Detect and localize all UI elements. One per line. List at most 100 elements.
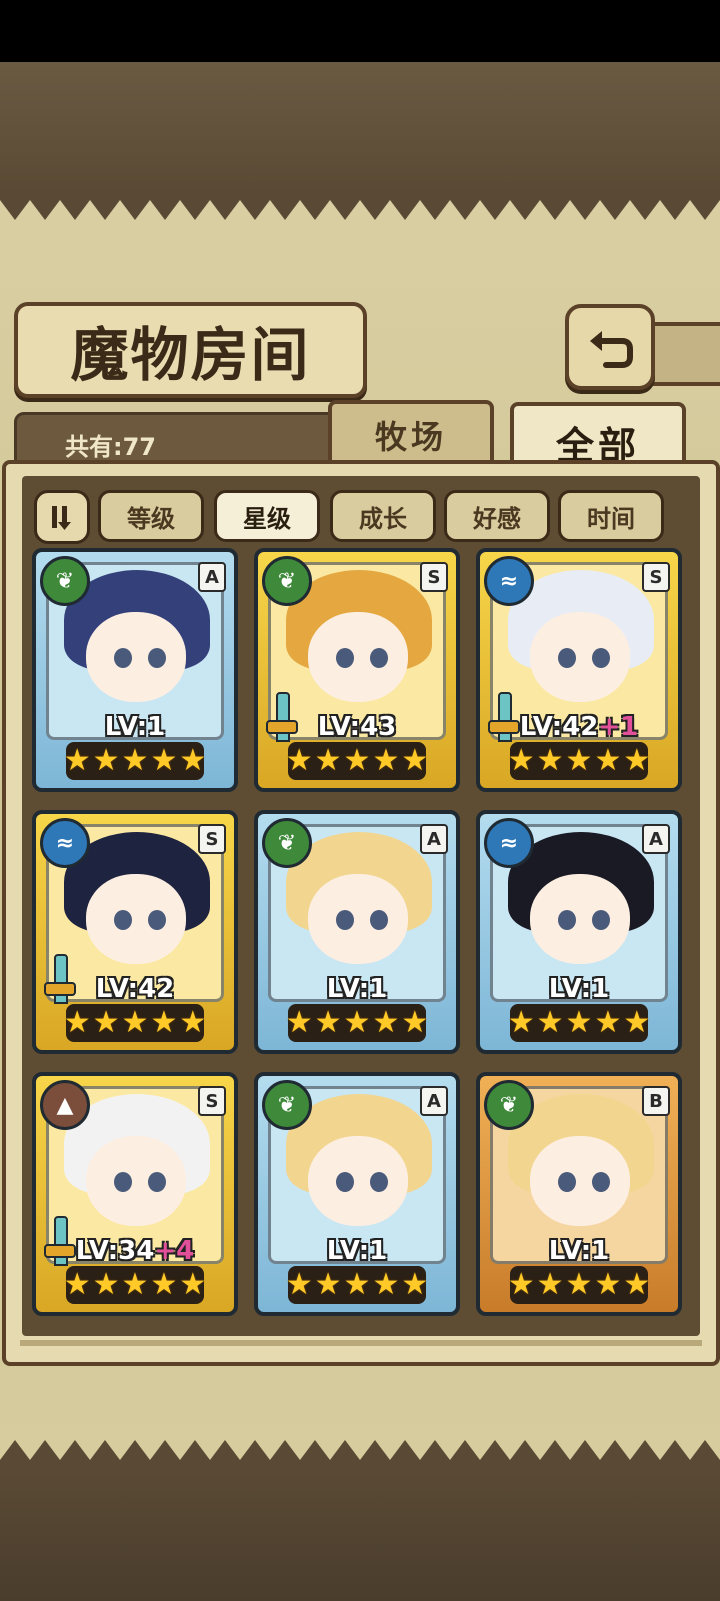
star-icon: ★: [179, 743, 207, 778]
leaf-element-icon: ❦: [262, 556, 312, 606]
star-icon: ★: [594, 1005, 622, 1040]
monster-portrait-face: [86, 1136, 186, 1226]
monster-portrait-face: [530, 874, 630, 964]
star-icon: ★: [121, 743, 149, 778]
level-bonus: +1: [598, 712, 639, 742]
monster-portrait-eye: [114, 910, 132, 930]
level-text: LV:1: [326, 974, 388, 1004]
monster-portrait-face: [530, 1136, 630, 1226]
star-icon: ★: [150, 1267, 178, 1302]
monster-card[interactable]: ≈ S LV:42+1 ★ ★ ★ ★ ★: [476, 548, 682, 792]
star-rating: ★ ★ ★ ★ ★: [63, 1266, 207, 1304]
sort-growth-button[interactable]: 成长: [330, 490, 436, 542]
star-icon: ★: [507, 1005, 535, 1040]
sort-time-button[interactable]: 时间: [558, 490, 664, 542]
monster-card[interactable]: ❦ S LV:43 ★ ★ ★ ★ ★: [254, 548, 460, 792]
star-icon: ★: [121, 1267, 149, 1302]
star-icon: ★: [63, 1267, 91, 1302]
level-text: LV:43: [317, 712, 397, 742]
zigzag-border-top: [0, 190, 720, 220]
star-icon: ★: [565, 1267, 593, 1302]
star-icon: ★: [63, 743, 91, 778]
star-icon: ★: [401, 743, 429, 778]
star-icon: ★: [401, 1005, 429, 1040]
star-icon: ★: [623, 1005, 651, 1040]
star-icon: ★: [623, 1267, 651, 1302]
sort-order-toggle[interactable]: [34, 490, 90, 544]
star-icon: ★: [594, 1267, 622, 1302]
monster-portrait-face: [530, 612, 630, 702]
back-arrow-icon: [590, 331, 633, 368]
monster-portrait-eye: [148, 910, 166, 930]
monster-portrait-eye: [114, 648, 132, 668]
star-icon: ★: [63, 1005, 91, 1040]
monster-level: LV:1: [480, 1236, 678, 1266]
level-text: LV:1: [548, 974, 610, 1004]
leaf-element-icon: ❦: [40, 556, 90, 606]
star-icon: ★: [372, 1267, 400, 1302]
sort-bar: 等级 星级 成长 好感 时间: [34, 490, 674, 544]
page-title: 魔物房间: [70, 321, 311, 389]
monster-portrait-eye: [558, 648, 576, 668]
monster-portrait-eye: [336, 1172, 354, 1192]
star-icon: ★: [623, 743, 651, 778]
back-button[interactable]: [565, 304, 655, 390]
star-icon: ★: [372, 743, 400, 778]
monster-count-label: 共有:77: [65, 433, 156, 461]
sort-level-button[interactable]: 等级: [98, 490, 204, 542]
rank-badge: A: [420, 824, 448, 854]
star-icon: ★: [594, 743, 622, 778]
rank-badge: A: [198, 562, 226, 592]
monster-portrait-eye: [148, 1172, 166, 1192]
monster-portrait-eye: [592, 910, 610, 930]
star-icon: ★: [285, 743, 313, 778]
monster-card[interactable]: ≈ S LV:42 ★ ★ ★ ★ ★: [32, 810, 238, 1054]
level-text: LV:1: [548, 1236, 610, 1266]
rank-badge: A: [642, 824, 670, 854]
rank-badge: S: [198, 824, 226, 854]
monster-portrait-face: [308, 612, 408, 702]
sort-affection-button[interactable]: 好感: [444, 490, 550, 542]
monster-portrait-eye: [370, 1172, 388, 1192]
star-icon: ★: [507, 743, 535, 778]
star-icon: ★: [565, 1005, 593, 1040]
status-bar: [0, 0, 720, 62]
star-rating: ★ ★ ★ ★ ★: [507, 742, 651, 780]
monster-card[interactable]: ❦ A LV:1 ★ ★ ★ ★ ★: [254, 810, 460, 1054]
monster-level: LV:34+4: [36, 1236, 234, 1266]
monster-level: LV:1: [258, 1236, 456, 1266]
level-text: LV:34: [75, 1236, 155, 1266]
monster-level: LV:43: [258, 712, 456, 742]
title-plate: 魔物房间: [14, 302, 367, 398]
monster-card[interactable]: ❦ B LV:1 ★ ★ ★ ★ ★: [476, 1072, 682, 1316]
monster-card[interactable]: ▲ S LV:34+4 ★ ★ ★ ★ ★: [32, 1072, 238, 1316]
water-element-icon: ≈: [484, 556, 534, 606]
star-icon: ★: [179, 1267, 207, 1302]
star-rating: ★ ★ ★ ★ ★: [508, 1266, 651, 1304]
rank-badge: A: [420, 1086, 448, 1116]
monster-level: LV:1: [258, 974, 456, 1004]
star-icon: ★: [401, 1267, 429, 1302]
leaf-element-icon: ❦: [484, 1080, 534, 1130]
star-icon: ★: [92, 743, 120, 778]
sort-star-button[interactable]: 星级: [214, 490, 320, 542]
star-rating: ★ ★ ★ ★ ★: [285, 742, 429, 780]
star-icon: ★: [285, 1267, 313, 1302]
level-text: LV:1: [104, 712, 166, 742]
monster-portrait-eye: [592, 648, 610, 668]
monster-card[interactable]: ≈ A LV:1 ★ ★ ★ ★ ★: [476, 810, 682, 1054]
monster-portrait-eye: [558, 1172, 576, 1192]
star-rating: ★ ★ ★ ★ ★: [63, 742, 207, 780]
monster-card[interactable]: ❦ A LV:1 ★ ★ ★ ★ ★: [32, 548, 238, 792]
monster-portrait-face: [308, 1136, 408, 1226]
level-text: LV:42: [519, 712, 599, 742]
star-icon: ★: [372, 1005, 400, 1040]
monster-portrait-eye: [558, 910, 576, 930]
tab-ranch[interactable]: 牧场: [328, 400, 494, 466]
monster-level: LV:1: [36, 712, 234, 742]
monster-portrait-eye: [336, 648, 354, 668]
monster-portrait-face: [86, 612, 186, 702]
monster-card[interactable]: ❦ A LV:1 ★ ★ ★ ★ ★: [254, 1072, 460, 1316]
star-icon: ★: [285, 1005, 313, 1040]
star-icon: ★: [314, 1267, 342, 1302]
